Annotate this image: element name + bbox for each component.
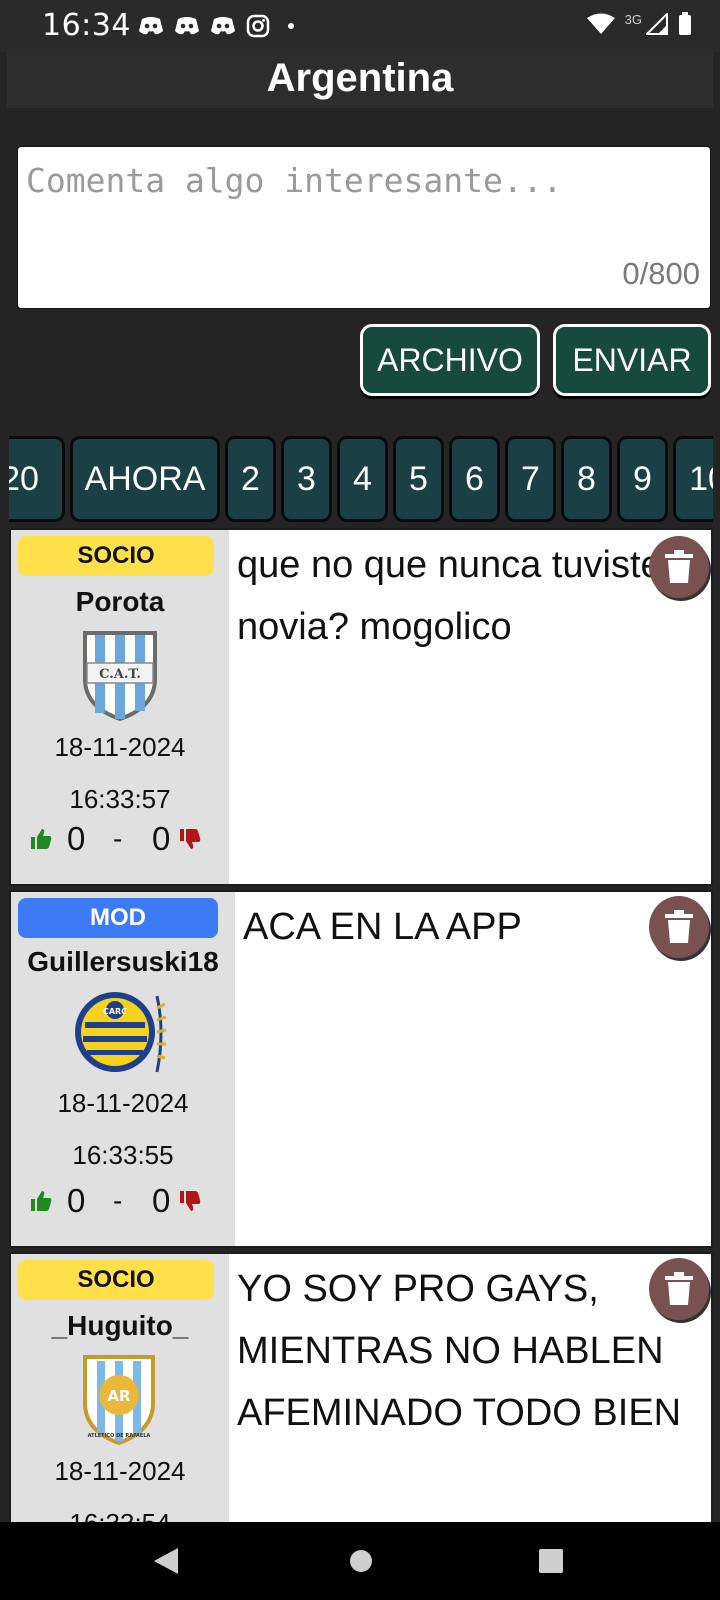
page-button-6[interactable]: 6 — [449, 436, 500, 522]
club-crest-icon: CARC — [75, 992, 167, 1073]
username[interactable]: Porota — [11, 586, 229, 618]
like-count: 0 — [67, 820, 86, 857]
club-crest-icon: C.A.T. — [83, 631, 157, 721]
notification-dot-icon — [288, 23, 294, 29]
comment-text: que no que nunca tuviste novia? mogolico — [237, 544, 662, 648]
crest-label: C.A.T. — [99, 667, 141, 682]
comment-author-panel: SOCIO Porota C.A.T. 18-11-2024 16:33:57 … — [11, 530, 229, 884]
delete-comment-button[interactable] — [649, 1258, 709, 1320]
username[interactable]: _Huguito_ — [11, 1310, 229, 1342]
username[interactable]: Guillersuski18 — [11, 946, 235, 978]
back-icon[interactable] — [152, 1546, 180, 1576]
network-type: 3G — [624, 12, 642, 27]
status-bar: 16:34 3G — [0, 0, 720, 52]
page-button-4[interactable]: 4 — [337, 436, 388, 522]
thumbs-down-icon[interactable] — [178, 827, 202, 851]
role-badge: SOCIO — [18, 1260, 214, 1300]
char-counter: 0/800 — [622, 256, 700, 291]
battery-icon — [679, 12, 691, 35]
comment-time: 16:33:55 — [72, 1140, 174, 1170]
comment-author-panel: MOD Guillersuski18 CARC 18-11-2024 16:33… — [11, 892, 235, 1246]
crest-label: CARC — [103, 1007, 127, 1016]
signal-icon — [646, 13, 668, 35]
comment-text: ACA EN LA APP — [243, 906, 522, 948]
header: Argentina — [7, 52, 713, 108]
page-button-9[interactable]: 9 — [617, 436, 668, 522]
vote-row: 0 - 0 — [29, 1182, 202, 1220]
send-button[interactable]: ENVIAR — [553, 324, 711, 396]
page-button-2[interactable]: 2 — [225, 436, 276, 522]
thumbs-up-icon[interactable] — [29, 1189, 53, 1213]
comment-date: 18-11-2024 — [54, 1456, 186, 1486]
club-crest-icon: AR ATLETICO DE RAFAELA — [83, 1355, 155, 1445]
vote-row: 0 - 0 — [29, 820, 202, 858]
comment-author-panel: SOCIO _Huguito_ AR ATLETICO DE RAFAELA 1… — [11, 1254, 229, 1530]
crest-label: ATLETICO DE RAFAELA — [88, 1433, 151, 1439]
delete-comment-button[interactable] — [649, 896, 709, 958]
comment-card: SOCIO Porota C.A.T. 18-11-2024 16:33:57 … — [9, 528, 713, 886]
discord-icon — [139, 17, 163, 35]
comment-card: SOCIO _Huguito_ AR ATLETICO DE RAFAELA 1… — [9, 1252, 713, 1532]
pagination: 20 AHORA 2 3 4 5 6 7 8 9 10 — [9, 436, 713, 524]
page-button-3[interactable]: 3 — [281, 436, 332, 522]
comment-input[interactable]: Comenta algo interesante... 0/800 — [17, 146, 711, 309]
page-button-7[interactable]: 7 — [505, 436, 556, 522]
like-count: 0 — [67, 1182, 86, 1219]
comment-placeholder: Comenta algo interesante... — [26, 161, 563, 200]
comment-date: 18-11-2024 — [54, 732, 186, 762]
discord-icon — [211, 17, 235, 35]
page-button-5[interactable]: 5 — [393, 436, 444, 522]
recents-icon[interactable] — [538, 1546, 564, 1576]
comment-card: MOD Guillersuski18 CARC 18-11-2024 16:33… — [9, 890, 713, 1248]
page-button-8[interactable]: 8 — [561, 436, 612, 522]
page-title: Argentina — [266, 56, 454, 100]
trash-icon — [665, 1272, 693, 1305]
instagram-icon — [246, 14, 270, 38]
trash-icon — [665, 550, 693, 583]
role-badge: SOCIO — [18, 536, 214, 576]
attach-file-button[interactable]: ARCHIVO — [360, 324, 540, 396]
comment-text: YO SOY PRO GAYS, MIENTRAS NO HABLEN AFEM… — [237, 1268, 682, 1434]
svg-text:AR: AR — [107, 1387, 131, 1405]
thumbs-down-icon[interactable] — [178, 1189, 202, 1213]
dislike-count: 0 — [151, 1182, 171, 1219]
discord-icon — [175, 17, 199, 35]
page-button-10[interactable]: 10 — [673, 436, 713, 522]
status-time: 16:34 — [42, 8, 131, 43]
page-button-20[interactable]: 20 — [9, 436, 65, 522]
thumbs-up-icon[interactable] — [29, 827, 53, 851]
comment-date: 18-11-2024 — [57, 1088, 189, 1118]
comment-time: 16:33:57 — [69, 784, 171, 814]
page-button-ahora[interactable]: AHORA — [70, 436, 220, 522]
dislike-count: 0 — [151, 820, 171, 857]
comment-composer: Comenta algo interesante... 0/800 ARCHIV… — [9, 134, 713, 409]
home-icon[interactable] — [348, 1546, 374, 1576]
trash-icon — [665, 910, 693, 943]
role-badge: MOD — [18, 898, 218, 938]
system-navigation-bar — [0, 1522, 720, 1600]
wifi-icon — [586, 13, 615, 34]
delete-comment-button[interactable] — [649, 536, 709, 598]
